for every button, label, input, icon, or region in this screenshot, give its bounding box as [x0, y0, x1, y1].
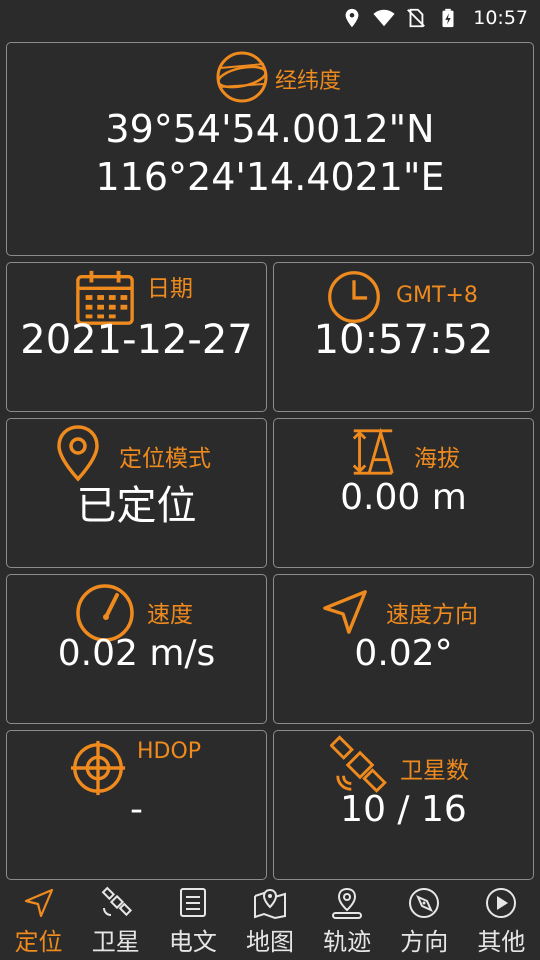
satellites-card: 卫星数 10 / 16: [273, 730, 534, 880]
location-icon: [345, 8, 359, 28]
altitude-value: 0.00 m: [340, 477, 467, 518]
timezone-title: GMT+8: [396, 283, 478, 308]
date-title: 日期: [147, 276, 193, 302]
no-sim-icon: [407, 8, 426, 28]
bearing-value: 0.02°: [354, 633, 453, 674]
nav-label: 轨迹: [323, 928, 372, 956]
coordinates-title: 经纬度: [275, 69, 342, 94]
map-icon: [253, 888, 286, 920]
date-value: 2021-12-27: [20, 317, 253, 363]
nav-label: 定位: [14, 928, 63, 956]
navigation-arrow-icon: [323, 590, 367, 634]
nav-item-other[interactable]: 其他: [463, 880, 540, 960]
speed-title: 速度: [147, 602, 193, 628]
longitude-value: 116°24'14.4021"E: [95, 155, 445, 199]
altitude-title: 海拔: [414, 446, 460, 472]
nav-item-track[interactable]: 轨迹: [309, 880, 386, 960]
hdop-title: HDOP: [137, 739, 202, 764]
nav-item-location[interactable]: 定位: [0, 880, 77, 960]
nav-item-satellite[interactable]: 卫星: [77, 880, 154, 960]
date-card: 日期 2021-12-27: [6, 262, 267, 412]
satellite-icon: [330, 735, 387, 793]
coordinates-card: 经纬度 39°54'54.0012"N 116°24'14.4021"E: [6, 42, 534, 256]
time-card: GMT+8 10:57:52: [273, 262, 534, 412]
document-icon: [179, 888, 206, 917]
status-time: 10:57: [473, 7, 528, 29]
hdop-value: -: [130, 789, 143, 830]
latitude-value: 39°54'54.0012"N: [105, 107, 435, 151]
speed-card: 速度 0.02 m/s: [6, 574, 267, 724]
globe-icon: [216, 51, 268, 103]
nav-label: 电文: [168, 928, 217, 956]
altitude-card: 海拔 0.00 m: [273, 418, 534, 568]
nav-label: 卫星: [91, 928, 140, 956]
status-bar: 10:57: [0, 0, 540, 36]
altitude-icon: [352, 427, 394, 475]
bottom-nav: 定位 卫星 电文 地图 轨迹 方向 其他: [0, 880, 540, 960]
wifi-icon: [373, 9, 395, 27]
track-pin-icon: [332, 887, 363, 919]
fix-mode-title: 定位模式: [119, 446, 211, 472]
hdop-card: HDOP -: [6, 730, 267, 880]
nav-item-direction[interactable]: 方向: [386, 880, 463, 960]
battery-charging-icon: [442, 8, 454, 28]
nav-label: 其他: [477, 928, 526, 956]
navigation-arrow-icon: [24, 888, 53, 918]
bearing-card: 速度方向 0.02°: [273, 574, 534, 724]
fix-mode-card: 定位模式 已定位: [6, 418, 267, 568]
satellites-title: 卫星数: [400, 758, 469, 784]
satellites-value: 10 / 16: [340, 789, 467, 830]
nav-label: 地图: [245, 928, 294, 956]
nav-item-map[interactable]: 地图: [231, 880, 308, 960]
fix-mode-value: 已定位: [76, 483, 197, 529]
nav-label: 方向: [400, 928, 449, 956]
nav-item-messages[interactable]: 电文: [154, 880, 231, 960]
time-value: 10:57:52: [313, 317, 494, 363]
compass-icon: [409, 888, 440, 918]
bearing-title: 速度方向: [386, 602, 478, 628]
speed-value: 0.02 m/s: [57, 633, 216, 674]
play-circle-icon: [486, 888, 517, 918]
satellite-icon: [101, 886, 132, 917]
